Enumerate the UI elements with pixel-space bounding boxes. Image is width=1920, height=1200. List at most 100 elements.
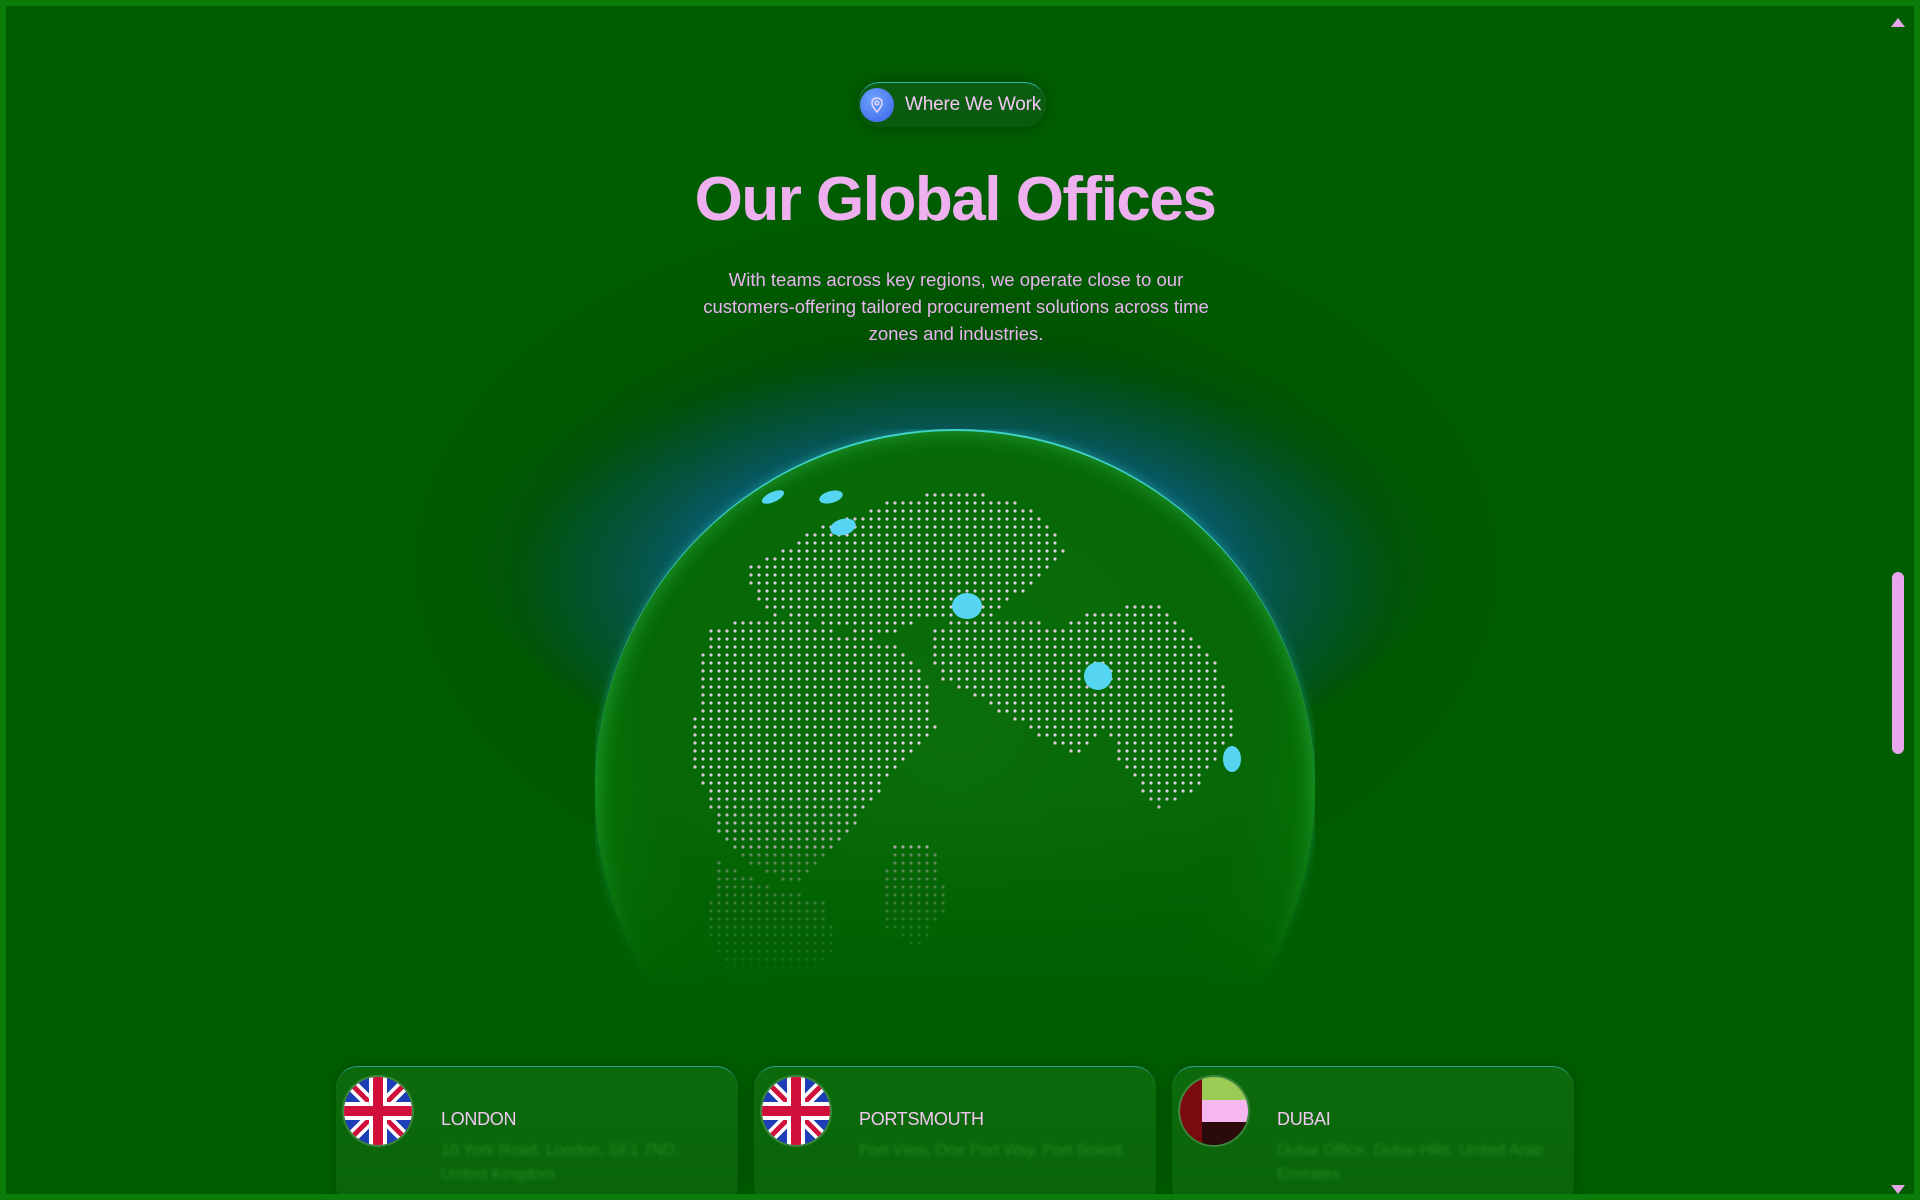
land-dot bbox=[997, 509, 1001, 513]
land-dot bbox=[1197, 717, 1201, 721]
land-dot bbox=[789, 669, 793, 673]
land-dot bbox=[957, 589, 961, 593]
land-dot bbox=[901, 685, 905, 689]
land-dot bbox=[853, 557, 857, 561]
land-dot bbox=[757, 565, 761, 569]
land-dot bbox=[877, 685, 881, 689]
land-dot bbox=[741, 669, 745, 673]
land-dot bbox=[805, 757, 809, 761]
land-dot bbox=[861, 613, 865, 617]
vertical-scrollbar[interactable] bbox=[1886, 12, 1908, 1194]
land-dot bbox=[1149, 773, 1153, 777]
land-dot bbox=[885, 597, 889, 601]
land-dot bbox=[781, 629, 785, 633]
land-dot bbox=[709, 661, 713, 665]
office-card-portsmouth[interactable]: PORTSMOUTH Port View, One Port Way, Port… bbox=[754, 1066, 1156, 1194]
land-dot bbox=[1189, 733, 1193, 737]
land-dot bbox=[1181, 629, 1185, 633]
land-dot bbox=[749, 749, 753, 753]
land-dot bbox=[981, 629, 985, 633]
land-dot bbox=[1029, 685, 1033, 689]
land-dot bbox=[1117, 749, 1121, 753]
land-dot bbox=[1053, 629, 1057, 633]
land-dot bbox=[773, 685, 777, 689]
land-dot bbox=[877, 717, 881, 721]
land-dot bbox=[717, 637, 721, 641]
land-dot bbox=[773, 757, 777, 761]
land-dot bbox=[965, 509, 969, 513]
land-dot bbox=[845, 549, 849, 553]
land-dot bbox=[957, 557, 961, 561]
land-dot bbox=[925, 525, 929, 529]
office-card-london[interactable]: LONDON 10 York Road, London, SE1 7ND, Un… bbox=[336, 1066, 738, 1194]
land-dot bbox=[781, 605, 785, 609]
land-dot bbox=[877, 781, 881, 785]
land-dot bbox=[733, 765, 737, 769]
land-dot bbox=[877, 645, 881, 649]
land-dot bbox=[861, 773, 865, 777]
land-dot bbox=[1029, 509, 1033, 513]
land-dot bbox=[1157, 773, 1161, 777]
land-dot bbox=[1213, 709, 1217, 713]
land-dot bbox=[1157, 653, 1161, 657]
land-dot bbox=[1173, 709, 1177, 713]
scroll-up-arrow-icon[interactable] bbox=[1891, 18, 1905, 27]
land-dot bbox=[1045, 549, 1049, 553]
land-dot bbox=[901, 693, 905, 697]
land-dot bbox=[909, 549, 913, 553]
land-dot bbox=[1021, 709, 1025, 713]
land-dot bbox=[1133, 749, 1137, 753]
land-dot bbox=[853, 613, 857, 617]
land-dot bbox=[1205, 741, 1209, 745]
office-card-dubai[interactable]: DUBAI Dubai Office, Dubai Hills, United … bbox=[1172, 1066, 1574, 1194]
land-dot bbox=[1053, 709, 1057, 713]
land-dot bbox=[877, 693, 881, 697]
land-dot bbox=[757, 669, 761, 673]
land-dot bbox=[933, 597, 937, 601]
land-dot bbox=[813, 661, 817, 665]
land-dot bbox=[1053, 645, 1057, 649]
land-dot bbox=[789, 661, 793, 665]
land-dot bbox=[957, 685, 961, 689]
land-dot bbox=[877, 549, 881, 553]
land-dot bbox=[765, 781, 769, 785]
land-dot bbox=[733, 637, 737, 641]
land-dot bbox=[877, 661, 881, 665]
land-dot bbox=[1149, 717, 1153, 721]
land-dot bbox=[805, 725, 809, 729]
land-dot bbox=[965, 517, 969, 521]
land-dot bbox=[941, 573, 945, 577]
land-dot bbox=[1165, 637, 1169, 641]
land-dot bbox=[989, 637, 993, 641]
land-dot bbox=[1005, 701, 1009, 705]
land-dot bbox=[1069, 749, 1073, 753]
land-dot bbox=[973, 549, 977, 553]
land-dot bbox=[701, 669, 705, 673]
land-dot bbox=[1117, 717, 1121, 721]
land-dot bbox=[837, 605, 841, 609]
scroll-thumb[interactable] bbox=[1892, 572, 1904, 754]
land-dot bbox=[1149, 645, 1153, 649]
land-dot bbox=[765, 733, 769, 737]
land-dot bbox=[869, 669, 873, 673]
land-dot bbox=[853, 589, 857, 593]
land-dot bbox=[1021, 669, 1025, 673]
land-dot bbox=[741, 693, 745, 697]
land-dot bbox=[1117, 725, 1121, 729]
land-dot bbox=[1173, 717, 1177, 721]
land-dot bbox=[1197, 661, 1201, 665]
land-dot bbox=[749, 773, 753, 777]
land-dot bbox=[1013, 629, 1017, 633]
land-dot bbox=[845, 573, 849, 577]
land-dot bbox=[1077, 661, 1081, 665]
land-dot bbox=[821, 693, 825, 697]
land-dot bbox=[1157, 781, 1161, 785]
land-dot bbox=[781, 749, 785, 753]
land-dot bbox=[893, 653, 897, 657]
land-dot bbox=[781, 597, 785, 601]
land-dot bbox=[709, 733, 713, 737]
land-dot bbox=[845, 677, 849, 681]
scroll-down-arrow-icon[interactable] bbox=[1891, 1185, 1905, 1194]
land-dot bbox=[869, 749, 873, 753]
land-dot bbox=[877, 765, 881, 769]
